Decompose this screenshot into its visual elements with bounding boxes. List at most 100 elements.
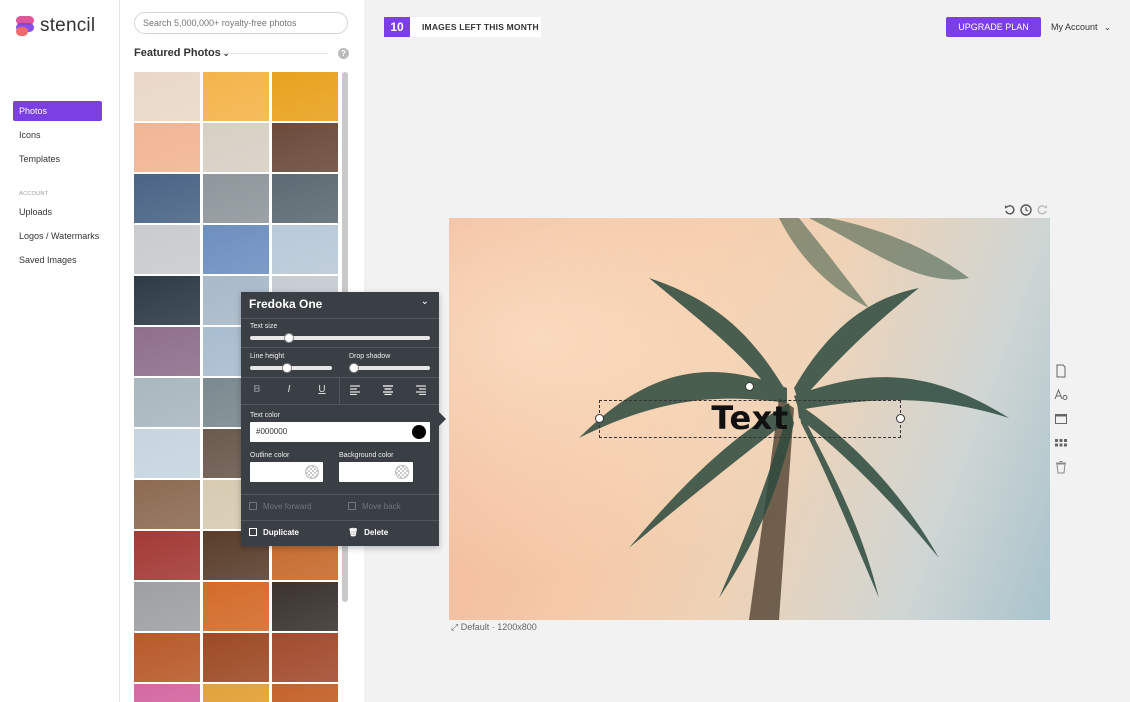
nav-item-icons[interactable]: Icons — [13, 125, 102, 145]
photo-thumbnail[interactable] — [134, 123, 200, 172]
nav-item-saved-images[interactable]: Saved Images — [13, 250, 102, 270]
photo-thumbnail[interactable] — [134, 531, 200, 580]
photo-thumbnail[interactable] — [272, 72, 338, 121]
divider — [220, 53, 328, 54]
photo-thumbnail[interactable] — [134, 225, 200, 274]
photo-thumbnail[interactable] — [134, 429, 200, 478]
divider — [241, 347, 439, 348]
delete-button[interactable]: 🗑 Delete — [348, 528, 388, 537]
nav-item-templates[interactable]: Templates — [13, 149, 102, 169]
photo-thumbnail[interactable] — [134, 582, 200, 631]
logo[interactable]: stencil — [16, 15, 95, 37]
featured-photos-dropdown[interactable]: Featured Photos⌄ — [134, 47, 230, 59]
resize-handle-right[interactable] — [896, 414, 905, 423]
text-size-label: Text size — [250, 323, 278, 330]
photo-thumbnail[interactable] — [134, 72, 200, 121]
photo-thumbnail[interactable] — [203, 633, 269, 682]
panel-pointer — [439, 412, 446, 426]
photo-thumbnail[interactable] — [272, 174, 338, 223]
line-height-knob[interactable] — [282, 363, 293, 373]
nav-section-label: ACCOUNT — [19, 191, 49, 197]
divider — [241, 494, 439, 495]
divider — [241, 520, 439, 521]
photo-thumbnail[interactable] — [272, 633, 338, 682]
my-account-menu[interactable]: My Account ⌄ — [1051, 17, 1111, 37]
move-back-button[interactable]: Move back — [348, 502, 401, 511]
canvas-size-info[interactable]: ⤢ Default · 1200x800 — [451, 622, 537, 633]
text-style-icon[interactable] — [1054, 388, 1068, 402]
photo-thumbnail[interactable] — [134, 327, 200, 376]
page-icon[interactable] — [1054, 364, 1068, 378]
my-account-label: My Account — [1051, 22, 1098, 32]
bold-button[interactable]: B — [247, 384, 267, 395]
align-center-button[interactable] — [378, 385, 398, 398]
frame-icon[interactable] — [1054, 412, 1068, 426]
delete-label: Delete — [364, 528, 389, 537]
divider — [339, 377, 340, 404]
featured-photos-label: Featured Photos — [134, 47, 221, 59]
underline-button[interactable]: U — [312, 384, 332, 395]
align-right-button[interactable] — [411, 385, 431, 398]
photo-thumbnail[interactable] — [134, 378, 200, 427]
photo-thumbnail[interactable] — [134, 174, 200, 223]
move-back-icon — [348, 502, 356, 510]
text-color-swatch[interactable] — [412, 425, 426, 439]
text-layer-selection[interactable]: Text — [599, 400, 901, 438]
photo-thumbnail[interactable] — [272, 684, 338, 702]
history-icon[interactable] — [1020, 203, 1032, 216]
undo-icon[interactable] — [1004, 203, 1016, 215]
search-input[interactable] — [134, 12, 348, 34]
nav-item-uploads[interactable]: Uploads — [13, 202, 102, 222]
upgrade-plan-button[interactable]: UPGRADE PLAN — [946, 17, 1041, 37]
photo-thumbnail[interactable] — [134, 480, 200, 529]
drop-shadow-slider[interactable] — [349, 363, 430, 373]
outline-color-label: Outline color — [250, 452, 290, 459]
help-icon[interactable]: ? — [338, 48, 349, 59]
duplicate-label: Duplicate — [263, 528, 300, 537]
move-back-label: Move back — [362, 502, 401, 511]
photo-thumbnail[interactable] — [203, 225, 269, 274]
nav-item-logos-watermarks[interactable]: Logos / Watermarks — [13, 226, 102, 246]
text-size-slider[interactable] — [250, 333, 430, 343]
photo-thumbnail[interactable] — [203, 72, 269, 121]
background-color-swatch[interactable] — [395, 465, 409, 479]
divider — [241, 404, 439, 405]
trash-icon[interactable] — [1054, 460, 1068, 474]
photo-thumbnail[interactable] — [203, 123, 269, 172]
drop-shadow-knob[interactable] — [349, 363, 359, 373]
redo-icon[interactable] — [1036, 203, 1048, 215]
move-forward-button[interactable]: Move forward — [249, 502, 311, 511]
history-controls — [1004, 203, 1048, 216]
chevron-down-icon[interactable]: ⌄ — [421, 296, 429, 307]
chevron-down-icon: ⌄ — [1104, 23, 1111, 32]
images-left-label: IMAGES LEFT THIS MONTH — [410, 17, 541, 37]
canvas-text[interactable]: Text — [600, 401, 900, 437]
photo-thumbnail[interactable] — [134, 276, 200, 325]
nav-item-photos[interactable]: Photos — [13, 101, 102, 121]
photo-thumbnail[interactable] — [134, 684, 200, 702]
font-name[interactable]: Fredoka One — [249, 297, 322, 311]
drop-shadow-label: Drop shadow — [349, 353, 391, 360]
photo-thumbnail[interactable] — [203, 582, 269, 631]
duplicate-button[interactable]: Duplicate — [249, 528, 299, 537]
photo-thumbnail[interactable] — [272, 582, 338, 631]
text-color-input[interactable]: #000000 — [250, 422, 430, 442]
rotate-handle[interactable] — [745, 382, 754, 391]
left-nav: stencil Photos Icons Templates ACCOUNT U… — [0, 0, 120, 702]
photo-thumbnail[interactable] — [134, 633, 200, 682]
text-size-knob[interactable] — [284, 333, 294, 343]
photo-thumbnail[interactable] — [203, 684, 269, 702]
duplicate-icon — [249, 528, 257, 536]
align-left-button[interactable] — [345, 385, 365, 398]
photo-thumbnail[interactable] — [272, 225, 338, 274]
resize-handle-left[interactable] — [595, 414, 604, 423]
photo-thumbnail[interactable] — [272, 123, 338, 172]
grid-icon[interactable] — [1054, 436, 1068, 450]
photo-thumbnail[interactable] — [203, 174, 269, 223]
line-height-label: Line height — [250, 353, 285, 360]
line-height-slider[interactable] — [250, 363, 332, 373]
outline-color-swatch[interactable] — [305, 465, 319, 479]
move-forward-label: Move forward — [263, 502, 312, 511]
move-forward-icon — [249, 502, 257, 510]
italic-button[interactable]: I — [279, 384, 299, 395]
